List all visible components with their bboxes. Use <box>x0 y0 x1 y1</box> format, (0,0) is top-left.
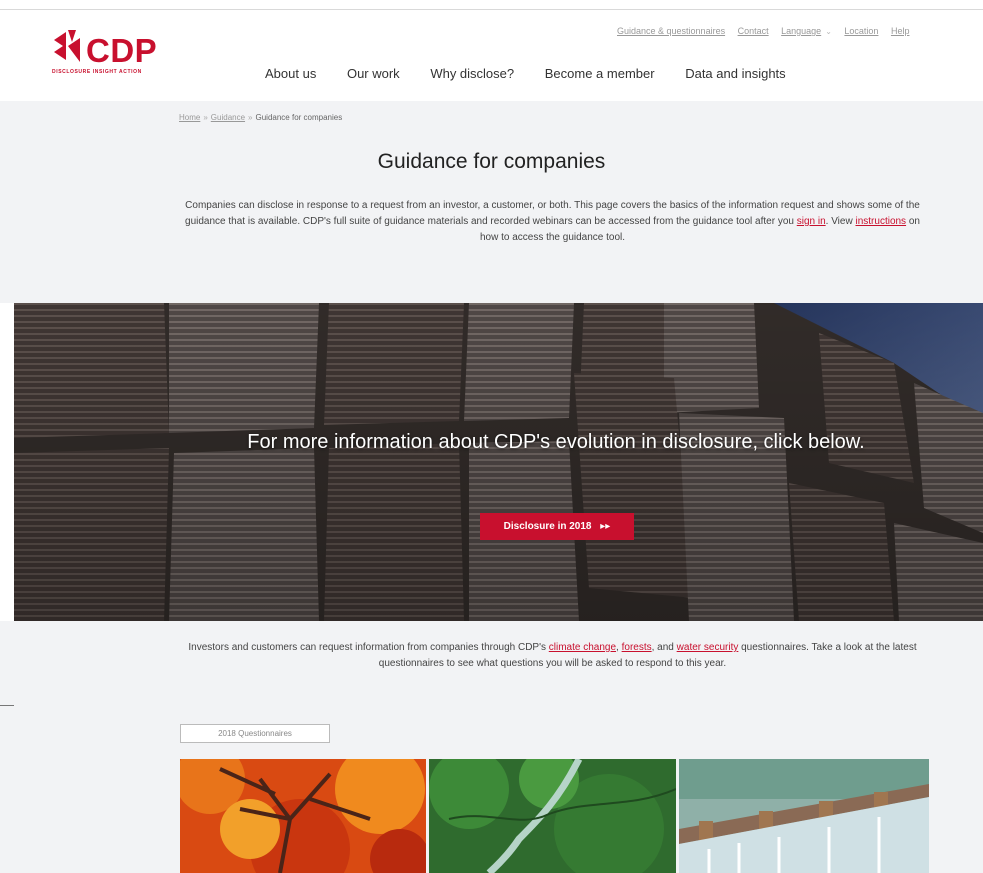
breadcrumb-separator: » <box>248 113 253 122</box>
util-link-contact[interactable]: Contact <box>738 26 769 36</box>
instructions-link[interactable]: instructions <box>855 216 906 227</box>
forest-aerial-image <box>429 759 676 873</box>
breadcrumb: Home» Guidance» Guidance for companies <box>179 113 342 122</box>
sign-in-link[interactable]: sign in <box>797 216 826 227</box>
hero-banner: For more information about CDP's evoluti… <box>14 303 983 621</box>
nav-why-disclose[interactable]: Why disclose? <box>430 66 514 81</box>
site-header: CDP DISCLOSURE INSIGHT ACTION Guidance &… <box>0 11 983 101</box>
cdp-logo[interactable]: CDP DISCLOSURE INSIGHT ACTION <box>52 28 182 78</box>
main-nav: About us Our work Why disclose? Become a… <box>265 66 813 81</box>
hero-background-image <box>14 303 983 621</box>
autumn-tree-image <box>180 759 426 873</box>
logo-tagline: DISCLOSURE INSIGHT ACTION <box>52 69 142 75</box>
climate-change-link[interactable]: climate change <box>549 642 616 653</box>
hero-heading: For more information about CDP's evoluti… <box>247 431 865 453</box>
tab-2018-questionnaires[interactable]: 2018 Questionnaires <box>180 724 330 743</box>
chevron-down-icon: ⌄ <box>825 27 832 36</box>
breadcrumb-separator: » <box>203 113 208 122</box>
water-security-thumbnail[interactable] <box>679 759 929 873</box>
util-link-language[interactable]: Language <box>781 26 821 36</box>
breadcrumb-current: Guidance for companies <box>255 113 343 122</box>
util-link-help[interactable]: Help <box>891 26 910 36</box>
intro-paragraph: Companies can disclose in response to a … <box>180 198 925 246</box>
breadcrumb-home[interactable]: Home <box>179 113 200 122</box>
lower-sep-2: , and <box>651 642 677 653</box>
util-link-guidance[interactable]: Guidance & questionnaires <box>617 26 725 36</box>
climate-change-thumbnail[interactable] <box>180 759 426 873</box>
nav-about-us[interactable]: About us <box>265 66 316 81</box>
disclosure-2018-label: Disclosure in 2018 <box>503 521 592 532</box>
forests-thumbnail[interactable] <box>429 759 676 873</box>
nav-data-insights[interactable]: Data and insights <box>685 66 785 81</box>
logo-word: CDP <box>86 32 158 69</box>
questionnaires-paragraph: Investors and customers can request info… <box>180 640 925 672</box>
browser-top-edge <box>0 0 983 10</box>
water-security-link[interactable]: water security <box>677 642 739 653</box>
intro-text-2: . View <box>825 216 856 227</box>
breadcrumb-guidance[interactable]: Guidance <box>211 113 245 122</box>
utility-nav: Guidance & questionnaires Contact Langua… <box>617 26 919 36</box>
nav-our-work[interactable]: Our work <box>347 66 400 81</box>
disclosure-2018-button[interactable]: Disclosure in 2018 ▸▸ <box>480 513 634 540</box>
forests-link[interactable]: forests <box>622 642 652 653</box>
side-divider <box>0 705 14 706</box>
page: CDP DISCLOSURE INSIGHT ACTION Guidance &… <box>0 0 983 873</box>
page-title: Guidance for companies <box>377 150 606 173</box>
double-chevron-right-icon: ▸▸ <box>600 521 611 532</box>
nav-become-member[interactable]: Become a member <box>545 66 655 81</box>
weir-waterfall-image <box>679 759 929 873</box>
lower-text-1: Investors and customers can request info… <box>188 642 549 653</box>
util-link-location[interactable]: Location <box>844 26 878 36</box>
